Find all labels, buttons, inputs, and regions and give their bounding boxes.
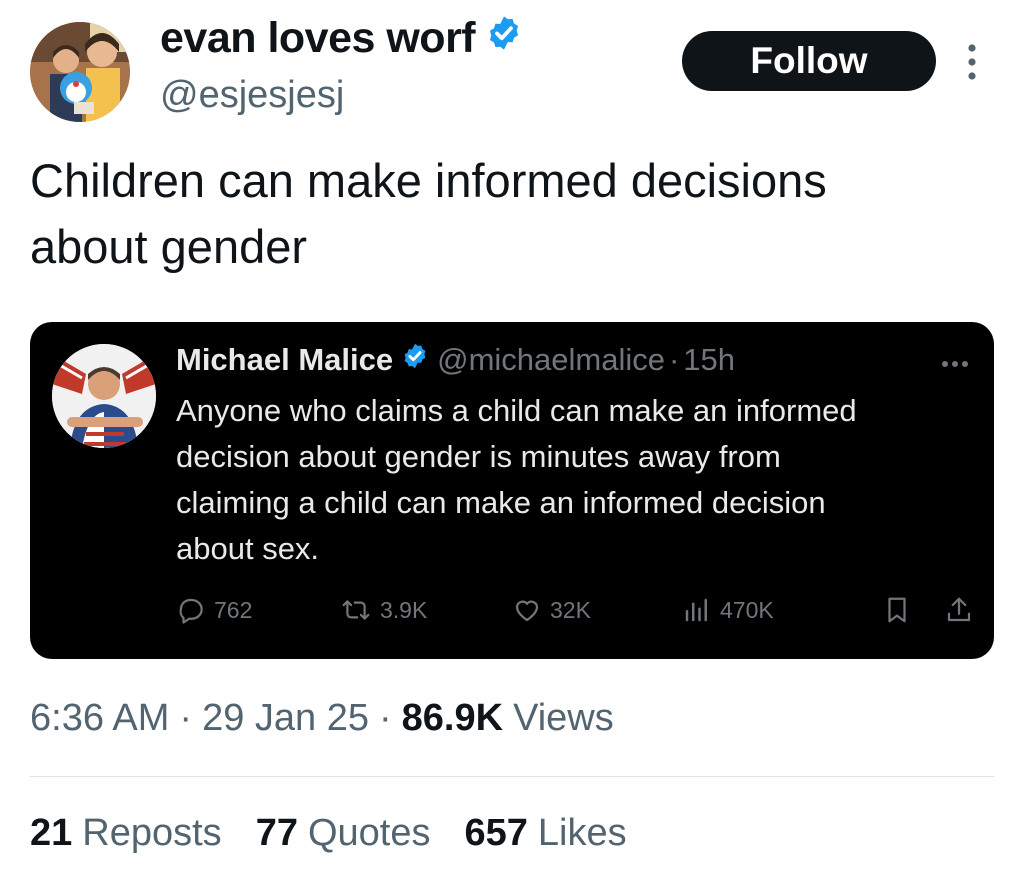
views-icon — [682, 595, 712, 625]
verified-badge-icon — [485, 14, 523, 63]
author-name-text: evan loves worf — [160, 14, 476, 62]
quoted-text-line: decision about gender is minutes away fr… — [176, 439, 781, 474]
likes-stat[interactable]: 657 Likes — [465, 812, 627, 855]
bookmark-icon — [882, 595, 912, 625]
verified-badge-icon — [401, 342, 429, 378]
quoted-tweet-card[interactable]: Michael Malice @michaelmalice · 15h Anyo… — [30, 322, 994, 659]
repost-action[interactable]: 3.9K — [340, 590, 427, 630]
tweet-text: Children can make informed decisions abo… — [30, 148, 990, 280]
tweet-time[interactable]: 6:36 AM — [30, 697, 169, 740]
like-action[interactable]: 32K — [512, 590, 591, 630]
views-action[interactable]: 470K — [682, 590, 774, 630]
reposts-count: 21 — [30, 812, 73, 854]
quoted-author-handle[interactable]: @michaelmalice — [437, 342, 665, 378]
separator-dot: · — [379, 697, 392, 739]
separator-dot: · — [179, 697, 193, 739]
quotes-stat[interactable]: 77 Quotes — [256, 812, 431, 855]
quoted-tweet-text: Anyone who claims a child can make an in… — [176, 388, 986, 572]
quoted-tweet-header: Michael Malice @michaelmalice · 15h — [176, 342, 735, 378]
quotes-count: 77 — [255, 812, 298, 854]
share-icon — [944, 595, 974, 625]
tweet-text-line: Children can make informed decisions — [30, 154, 827, 207]
author-handle[interactable]: @esjesjesj — [160, 74, 344, 117]
views-count: 470K — [720, 596, 774, 623]
share-action[interactable] — [944, 590, 974, 630]
repost-icon — [340, 595, 372, 625]
divider — [30, 776, 994, 777]
tweet-date[interactable]: 29 Jan 25 — [202, 697, 369, 740]
reposts-stat[interactable]: 21 Reposts — [30, 812, 222, 855]
separator-dot: · — [668, 342, 680, 377]
like-count: 32K — [550, 596, 591, 623]
quoted-text-line: claiming a child can make an informed de… — [176, 485, 826, 520]
like-icon — [512, 595, 542, 625]
reposts-label: Reposts — [82, 812, 222, 854]
quoted-tweet-time[interactable]: 15h — [683, 342, 735, 378]
author-display-name[interactable]: evan loves worf — [160, 14, 523, 63]
tweet-views-label: Views — [513, 697, 614, 739]
tweet-stats: 21 Reposts 77 Quotes 657 Likes — [30, 812, 661, 855]
quoted-author-avatar[interactable] — [52, 344, 156, 448]
likes-label: Likes — [537, 812, 627, 854]
follow-button[interactable]: Follow — [682, 31, 936, 91]
quoted-text-line: about sex. — [176, 531, 320, 566]
more-vertical-icon[interactable] — [962, 40, 982, 84]
quoted-author-name[interactable]: Michael Malice — [176, 342, 393, 378]
author-avatar[interactable] — [30, 22, 130, 122]
reply-count: 762 — [214, 596, 253, 623]
tweet-meta: 6:36 AM · 29 Jan 25 · 86.9K Views — [30, 697, 614, 740]
tweet-detail-page: evan loves worf @esjesjesj Follow Childr… — [0, 0, 1024, 878]
bookmark-action[interactable] — [882, 590, 912, 630]
more-horizontal-icon[interactable] — [940, 356, 970, 367]
quoted-tweet-actions: 762 3.9K 32K 470K — [176, 590, 976, 630]
reply-action[interactable]: 762 — [176, 590, 252, 630]
tweet-views-count: 86.9K — [401, 697, 504, 739]
tweet-text-line: about gender — [30, 220, 308, 273]
likes-count: 657 — [464, 812, 528, 854]
quotes-label: Quotes — [307, 812, 431, 854]
reply-icon — [176, 595, 206, 625]
repost-count: 3.9K — [380, 596, 428, 623]
quoted-text-line: Anyone who claims a child can make an in… — [176, 393, 857, 428]
